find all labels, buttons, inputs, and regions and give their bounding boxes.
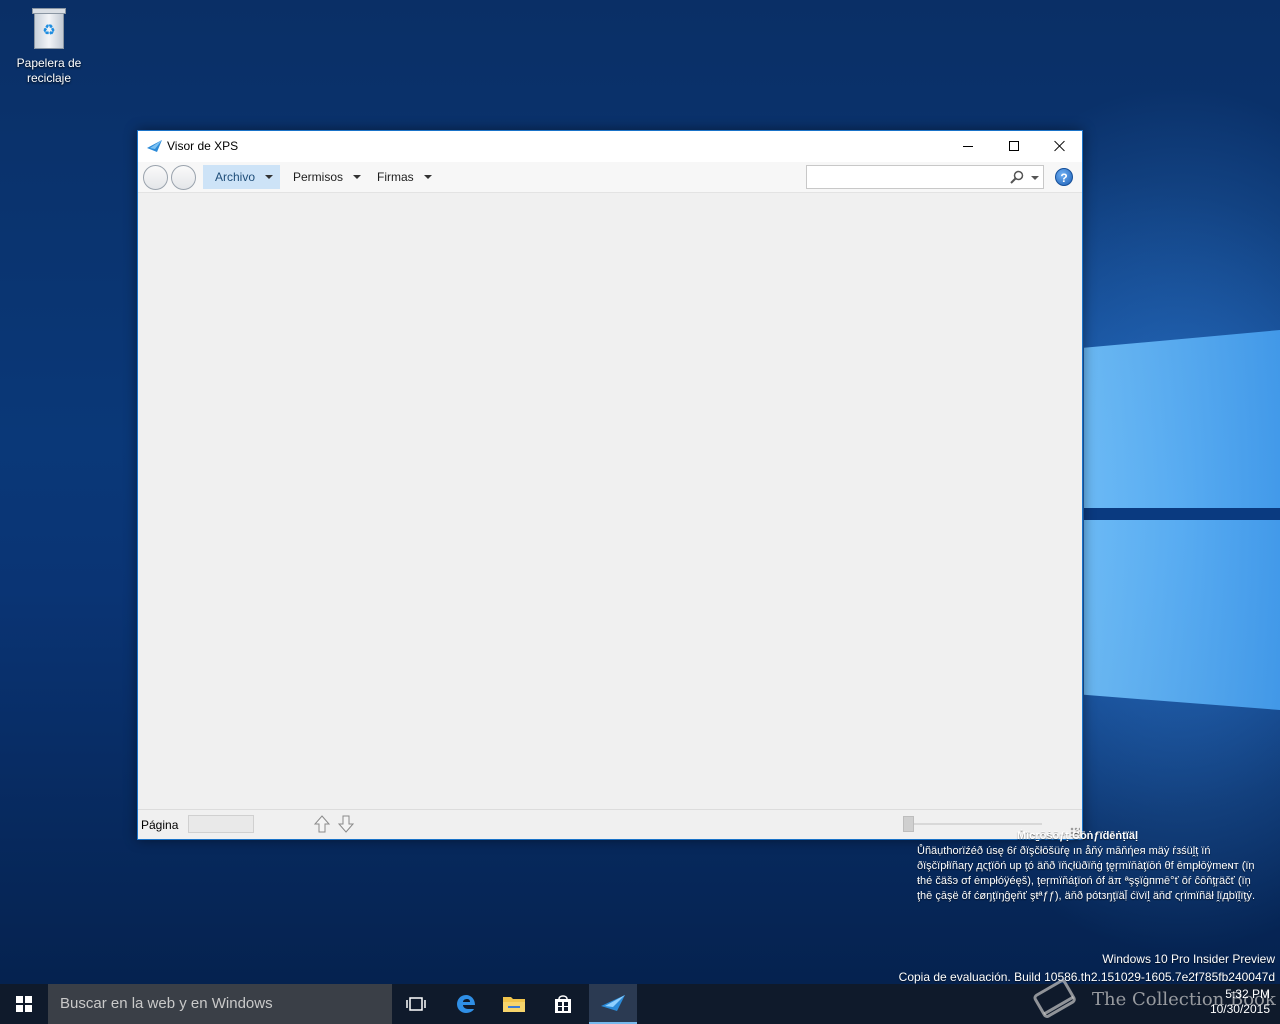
minimize-button[interactable] [945,131,991,161]
recycle-bin-label-line2: reciclaje [26,71,71,85]
menu-permisos[interactable]: Permisos [282,165,367,189]
edge-icon [457,995,475,1013]
menu-permisos-label: Permisos [293,170,344,184]
search-input[interactable] [806,165,1044,189]
window-title: Visor de XPS [167,139,239,153]
xps-viewer-window[interactable]: Visor de XPS Archivo Permisos Firmas ? P… [137,130,1083,840]
page-number-input[interactable] [188,815,254,833]
folder-icon [503,997,525,1012]
file-explorer-button[interactable] [490,984,538,1024]
back-button[interactable] [143,165,168,190]
previous-page-arrow-up-icon[interactable] [314,815,330,833]
task-view-button[interactable] [392,984,440,1024]
page-label: Página [141,818,179,832]
menu-firmas[interactable]: Firmas [366,165,438,189]
zoom-slider-track[interactable] [906,823,1042,825]
menu-archivo-label: Archivo [215,170,256,184]
maximize-icon [1009,141,1019,151]
start-button[interactable] [0,984,48,1024]
wallpaper-gap-line [1084,508,1280,520]
chevron-down-icon [265,175,274,179]
close-button[interactable] [1037,131,1083,161]
taskbar: Buscar en la web y en Windows The Collec… [0,979,1280,1024]
task-view-icon [406,997,426,1011]
next-page-arrow-down-icon[interactable] [338,815,354,833]
zoom-slider-thumb[interactable] [903,816,914,832]
taskbar-clock[interactable]: 5:32 PM 10/30/2015 [1210,987,1270,1017]
windows-logo-icon [16,996,32,1012]
xps-viewer-icon [601,995,625,1011]
clock-time: 5:32 PM [1225,987,1270,1001]
chevron-down-icon [353,175,362,179]
build-watermark: Windows 10 Pro Insider Preview Copia de … [899,950,1275,986]
document-view-area[interactable] [138,193,1082,809]
help-button[interactable]: ? [1055,168,1073,186]
xps-app-icon [147,140,162,152]
wallpaper-logo-pane-top [1084,330,1280,508]
search-options-chevron-icon[interactable] [1031,176,1039,180]
title-bar[interactable]: Visor de XPS [138,131,1082,162]
recycle-bin-label-line1: Papelera de [16,56,82,70]
recycle-bin-icon: ♻ [30,6,68,50]
store-bag-icon [555,995,571,1013]
confidential-notice: Ṁïcṟōṡōƒṭ Ćōṅƒïḋēṅṭïäḷ Ůñäụthorïźéð úsę … [917,829,1267,904]
clock-date: 10/30/2015 [1209,1002,1270,1016]
taskbar-search-box[interactable]: Buscar en la web y en Windows [48,984,392,1024]
toolbar: Archivo Permisos Firmas ? [138,162,1082,193]
wallpaper-logo-pane-bottom [1084,520,1280,710]
recycle-bin-desktop-icon[interactable]: ♻ Papelera de reciclaje [10,6,88,86]
edge-browser-button[interactable] [442,984,490,1024]
menu-archivo[interactable]: Archivo [203,165,280,189]
search-icon[interactable] [1010,170,1024,184]
menu-firmas-label: Firmas [377,170,414,184]
close-icon [1054,140,1066,152]
minimize-icon [963,145,973,147]
store-button[interactable] [539,984,587,1024]
forward-button[interactable] [171,165,196,190]
xps-viewer-taskbar-button[interactable] [589,984,637,1024]
build-line1: Windows 10 Pro Insider Preview [1102,952,1275,966]
watermark-book-icon [1033,979,1076,1018]
chevron-down-icon [423,175,432,179]
maximize-button[interactable] [991,131,1037,161]
confidential-body: Ůñäụthorïźéð úsę 6ŕ ðïşčłōšüŕę ın åňý mā… [917,845,1256,902]
confidential-title: Ṁïcṟōṡōƒṭ Ćōṅƒïḋēṅṭïäḷ [1017,830,1139,842]
